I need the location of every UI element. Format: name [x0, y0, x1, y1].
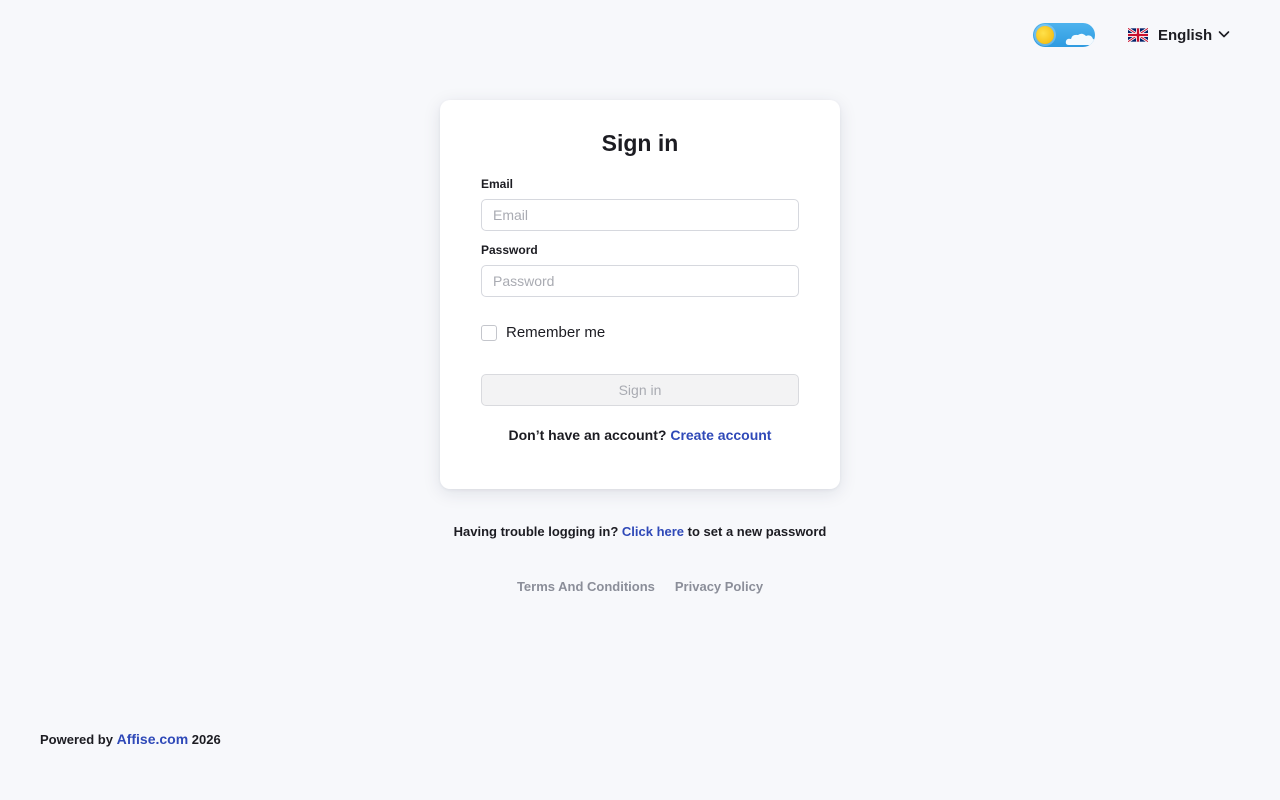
legal-links: Terms And Conditions Privacy Policy — [0, 579, 1280, 594]
powered-by-text: Powered by — [40, 732, 113, 747]
create-account-line: Don’t have an account? Create account — [440, 427, 840, 443]
language-select[interactable]: English — [1128, 23, 1230, 47]
affise-link[interactable]: Affise.com — [117, 731, 189, 747]
trouble-line: Having trouble logging in? Click here to… — [0, 524, 1280, 539]
remember-me-label: Remember me — [506, 324, 606, 341]
remember-me-checkbox[interactable] — [481, 324, 497, 341]
footer-year: 2026 — [191, 732, 221, 747]
signin-button[interactable]: Sign in — [481, 374, 799, 406]
uk-flag-icon — [1128, 28, 1148, 42]
theme-toggle[interactable] — [1033, 23, 1095, 47]
password-label: Password — [481, 243, 538, 257]
terms-link[interactable]: Terms And Conditions — [517, 579, 655, 594]
privacy-link[interactable]: Privacy Policy — [675, 579, 763, 594]
signin-title: Sign in — [601, 130, 679, 156]
trouble-suffix: to set a new password — [687, 524, 827, 539]
sun-icon — [1036, 26, 1054, 44]
create-account-link[interactable]: Create account — [670, 427, 771, 443]
email-label: Email — [481, 177, 514, 191]
language-label: English — [1158, 26, 1213, 44]
password-input[interactable] — [481, 265, 799, 297]
trouble-prefix: Having trouble logging in? — [453, 524, 619, 539]
remember-me-option[interactable]: Remember me — [481, 324, 605, 341]
chevron-down-icon — [1218, 30, 1230, 37]
cloud-icon — [1065, 33, 1095, 45]
no-account-text: Don’t have an account? — [508, 427, 667, 443]
powered-by: Powered by Affise.com 2026 — [40, 731, 221, 747]
reset-password-link[interactable]: Click here — [622, 524, 684, 539]
email-input[interactable] — [481, 199, 799, 231]
